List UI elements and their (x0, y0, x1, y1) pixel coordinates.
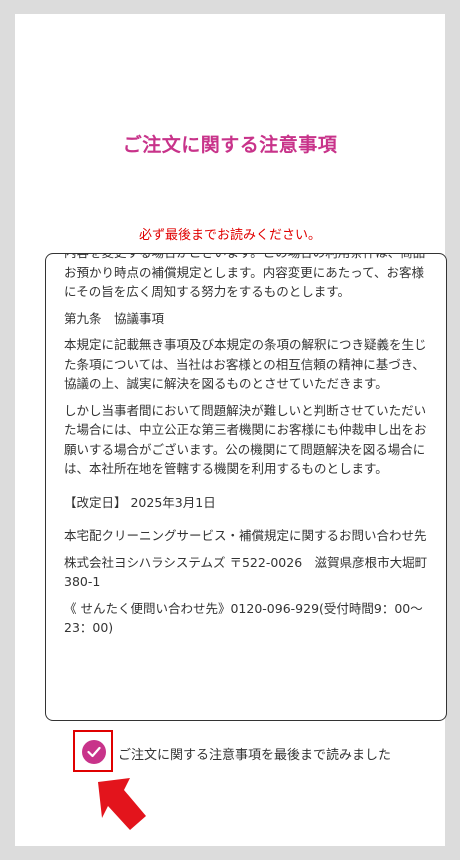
read-notice: 必ず最後までお読みください。 (138, 228, 321, 243)
confirm-checkbox[interactable] (73, 730, 113, 772)
contact-heading: 本宅配クリーニングサービス・補償規定に関するお問い合わせ先 (64, 528, 427, 543)
terms-content: 内容を変更する場合がございます。この場合の利用条件は、商品お預かり時点の補償規定… (64, 254, 432, 645)
confirm-label[interactable]: ご注文に関する注意事項を最後まで読みました (118, 744, 391, 763)
terms-scroll-area[interactable]: 内容を変更する場合がございます。この場合の利用条件は、商品お預かり時点の補償規定… (45, 253, 447, 721)
pointer-arrow-icon (90, 776, 150, 842)
confirm-row: ご注文に関する注意事項を最後まで読みました (73, 730, 433, 774)
page-title: ご注文に関する注意事項 (122, 134, 338, 156)
terms-card: ご注文に関する注意事項 必ず最後までお読みください。 内容を変更する場合がござい… (15, 14, 447, 846)
terms-paragraph: しかし当事者間において問題解決が難しいと判断させていただいた場合には、中立公正な… (64, 402, 427, 477)
revision-date: 【改定日】 2025年3月1日 (64, 494, 216, 510)
terms-heading: 第九条 協議事項 (64, 310, 165, 326)
terms-paragraph: 本規定に記載無き事項及び本規定の条項の解釈につき疑義を生じた条項については、当社… (64, 337, 427, 391)
check-icon (82, 740, 106, 764)
contact-phone: 《 せんたく便問い合わせ先》0120-096-929(受付時間9：00〜23：0… (64, 600, 423, 636)
terms-paragraph: 内容を変更する場合がございます。この場合の利用条件は、商品お預かり時点の補償規定… (64, 254, 425, 299)
company-address: 株式会社ヨシハラシステムズ 〒522-0026 滋賀県彦根市大堀町380-1 (64, 554, 428, 590)
